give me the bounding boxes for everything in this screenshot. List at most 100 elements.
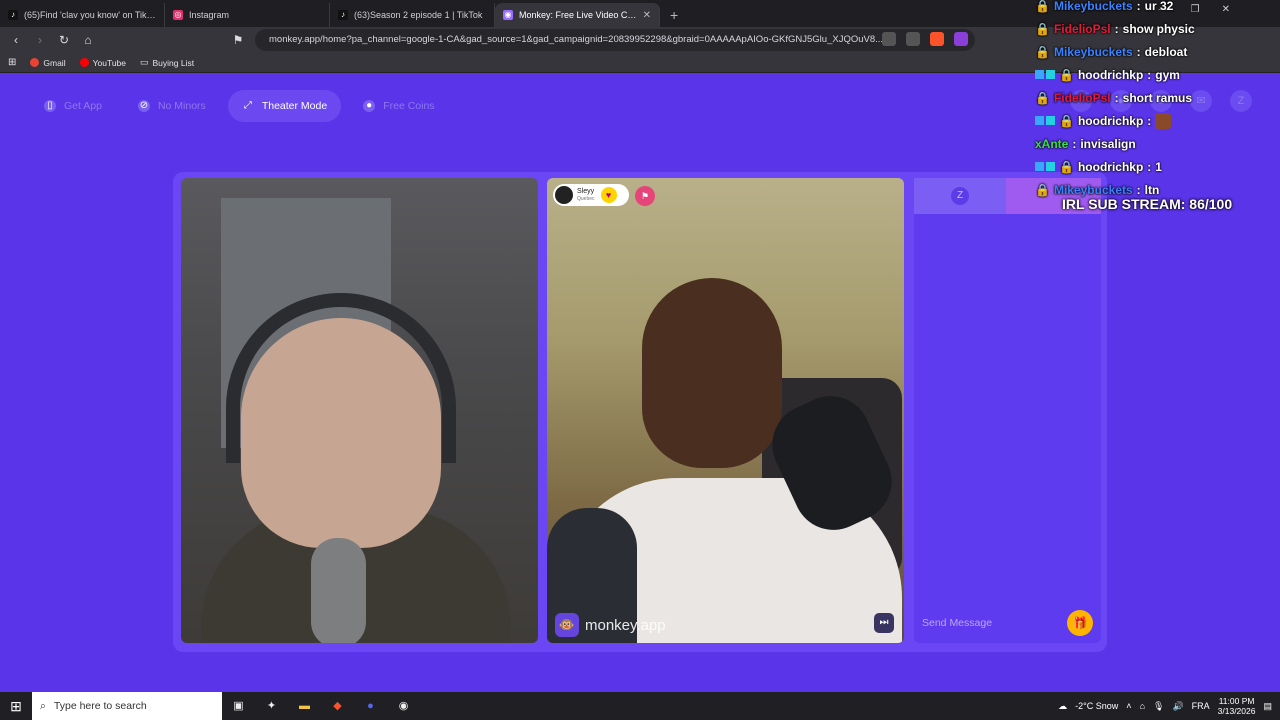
apps-grid-icon[interactable]: ⊞: [8, 57, 16, 68]
rewards-icon[interactable]: [954, 32, 968, 46]
network-icon[interactable]: ⌂: [1140, 701, 1145, 711]
stream-chat-overlay: 🔒 Mikeybuckets : ur 32 🔒 FidelioPsl : sh…: [1035, 0, 1280, 201]
overlay-message: xAnte : invisalign: [1035, 136, 1136, 151]
mic-icon[interactable]: 🎙: [1153, 701, 1164, 712]
taskbar-search[interactable]: ⌕ Type here to search: [32, 692, 222, 720]
search-placeholder: Type here to search: [53, 700, 147, 712]
instagram-icon: ◎: [173, 10, 183, 20]
search-icon: ⌕: [40, 699, 46, 712]
share-icon[interactable]: [906, 32, 920, 46]
bookmark-icon[interactable]: ⚑: [228, 30, 248, 50]
no-minors-icon: ⊘: [137, 100, 150, 112]
overlay-message: 🔒 Mikeybuckets : ur 32: [1035, 0, 1174, 13]
microphone: [311, 538, 366, 643]
show-hidden-icon[interactable]: ˄: [1126, 701, 1131, 711]
lock-icon: 🔒: [1035, 44, 1050, 59]
file-explorer-icon[interactable]: ▬: [288, 692, 321, 720]
free-coins-button[interactable]: ● Free Coins: [349, 90, 448, 122]
browser-tab-active[interactable]: ◉ Monkey: Free Live Video Chat ✕: [495, 3, 660, 27]
overlay-username: Mikeybuckets: [1053, 182, 1133, 197]
clock[interactable]: 11:00 PM 3/13/2026: [1218, 696, 1256, 716]
tiktok-icon: ♪: [338, 10, 348, 20]
overlay-message: 🔒 hoodrichkp :: [1035, 109, 1280, 132]
forward-icon[interactable]: ›: [30, 30, 50, 50]
tab-label: Monkey: Free Live Video Chat: [519, 10, 637, 20]
nav-label: Free Coins: [383, 100, 435, 112]
overlay-text: show physic: [1122, 21, 1195, 36]
volume-icon[interactable]: 🔊: [1172, 701, 1183, 712]
notifications-icon[interactable]: ▤: [1263, 701, 1272, 712]
phone-icon: ▯: [44, 100, 56, 112]
windows-start-icon[interactable]: ⊞: [0, 692, 32, 720]
overlay-message: 🔒 hoodrichkp : 1: [1035, 155, 1280, 178]
obs-icon[interactable]: ◉: [387, 692, 420, 720]
lock-icon: 🔒: [1035, 21, 1050, 36]
remote-user-name: Sleyy: [577, 188, 595, 195]
sub-stream-goal: IRL SUB STREAM: 86/100: [1062, 196, 1233, 212]
theater-mode-button[interactable]: ⤢ Theater Mode: [227, 90, 342, 122]
heart-icon[interactable]: ♥: [600, 187, 617, 203]
overlay-username: Mikeybuckets: [1053, 0, 1133, 13]
lock-icon: 🔒: [1059, 67, 1074, 82]
address-bar[interactable]: monkey.app/home?pa_channel=google-1-CA&g…: [255, 29, 975, 51]
overlay-username: hoodrichkp: [1077, 159, 1144, 174]
message-placeholder: Send Message: [922, 617, 993, 629]
monkey-logo-icon: 🐵: [555, 613, 579, 637]
task-view-icon[interactable]: ▣: [222, 692, 255, 720]
remote-video: Sleyy Quebec ♥ ⚑ 🐵 monkey.app ⏭: [547, 178, 904, 643]
new-tab-button[interactable]: +: [660, 3, 688, 27]
tab-label: (63)Season 2 episode 1 | TikTok: [354, 10, 483, 20]
reload-icon[interactable]: ↻: [54, 30, 74, 50]
no-minors-button[interactable]: ⊘ No Minors: [124, 90, 220, 122]
brand-text: monkey.app: [585, 616, 666, 634]
expand-icon: ⤢: [243, 100, 252, 111]
folder-icon: ▭: [140, 57, 149, 67]
browser-tab[interactable]: ♪ (63)Season 2 episode 1 | TikTok: [330, 3, 495, 27]
gift-icon[interactable]: 🎁: [1067, 610, 1093, 636]
overlay-text: debloat: [1144, 44, 1188, 59]
overlay-text: ur 32: [1144, 0, 1174, 13]
get-app-button[interactable]: ▯ Get App: [30, 90, 116, 122]
remote-user-location: Quebec: [577, 196, 595, 202]
overlay-username: FidelioPsl: [1053, 90, 1111, 105]
overlay-username: hoodrichkp: [1077, 113, 1144, 128]
lock-icon: 🔒: [1035, 182, 1050, 197]
browser-tab[interactable]: ♪ (65)Find 'clav you know' on TikTok | T: [0, 3, 165, 27]
browser-tab[interactable]: ◎ Instagram: [165, 3, 330, 27]
brave-browser-icon[interactable]: ◆: [321, 692, 354, 720]
gmail-icon: [30, 58, 40, 67]
report-icon[interactable]: ⚑: [635, 186, 655, 206]
close-tab-icon[interactable]: ✕: [643, 10, 651, 21]
bookmark-buying-list[interactable]: ▭ Buying List: [140, 57, 194, 68]
bookmark-label: Buying List: [152, 57, 195, 68]
discord-icon[interactable]: ●: [354, 692, 387, 720]
brand-watermark: 🐵 monkey.app: [555, 613, 666, 637]
language-indicator[interactable]: FRA: [1192, 701, 1210, 711]
copilot-icon[interactable]: ✦: [255, 692, 288, 720]
overlay-username: FidelioPsl: [1053, 21, 1111, 36]
home-icon[interactable]: ⌂: [78, 30, 98, 50]
bookmark-youtube[interactable]: YouTube: [79, 58, 126, 68]
windows-taskbar: ⊞ ⌕ Type here to search ▣ ✦ ▬ ◆ ● ◉ ☁ -2…: [0, 692, 1280, 720]
weather-text[interactable]: -2°C Snow: [1075, 701, 1118, 711]
skip-icon[interactable]: ⏭: [874, 613, 894, 633]
message-input[interactable]: Send Message 🎁: [914, 603, 1101, 643]
brave-shield-icon[interactable]: [930, 32, 944, 46]
bookmark-gmail[interactable]: Gmail: [30, 58, 66, 68]
coins-icon: ●: [363, 100, 376, 112]
overlay-text: invisalign: [1080, 136, 1136, 151]
back-icon[interactable]: ‹: [6, 30, 26, 50]
overlay-username: hoodrichkp: [1077, 67, 1144, 82]
chat-tab-self[interactable]: Z: [914, 178, 1006, 214]
weather-icon: ☁: [1058, 700, 1068, 711]
overlay-username: Mikeybuckets: [1053, 44, 1133, 59]
app-top-nav: ▯ Get App ⊘ No Minors ⤢ Theater Mode ● F…: [30, 90, 449, 122]
tiktok-icon: ♪: [8, 10, 18, 20]
overlay-text: gym: [1155, 67, 1180, 82]
local-video: [181, 178, 538, 643]
address-bar-actions: [882, 32, 968, 46]
cast-icon[interactable]: [882, 32, 896, 46]
lock-icon: 🔒: [1035, 90, 1050, 105]
remote-user-badge[interactable]: Sleyy Quebec ♥: [553, 184, 629, 206]
tab-label: Instagram: [189, 10, 230, 20]
